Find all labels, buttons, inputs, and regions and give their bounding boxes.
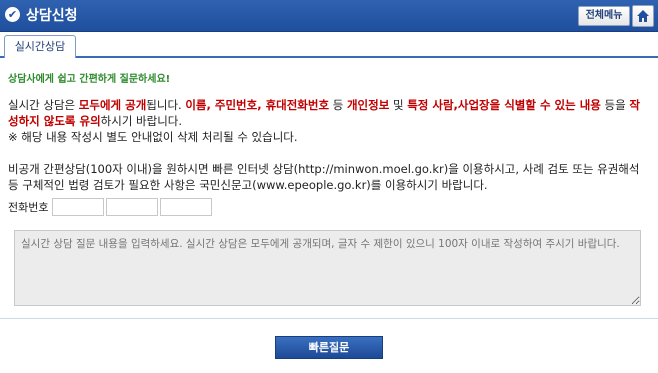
headline-notice: 상담사에게 쉽고 간편하게 질문하세요! — [8, 74, 171, 85]
phone-label: 전화번호 — [8, 201, 49, 214]
notice-text: 됩니다. — [146, 98, 186, 112]
tab-underline — [0, 56, 658, 58]
privacy-notice: 실시간 상담은 모두에게 공개됩니다. 이름, 주민번호, 휴대전화번호 등 개… — [8, 97, 648, 145]
question-input[interactable] — [14, 230, 641, 306]
notice-emphasis: 특정 사람,사업장을 식별할 수 있는 내용 — [407, 98, 601, 112]
tab-realtime-consult[interactable]: 실시간상담 — [4, 35, 76, 58]
notice-emphasis: 이름, 주민번호, 휴대전화번호 — [185, 98, 330, 112]
divider — [0, 318, 658, 319]
all-menu-button[interactable]: 전체메뉴 — [578, 6, 630, 26]
phone-field-1[interactable] — [52, 198, 104, 216]
quick-question-button[interactable]: 빠른질문 — [275, 336, 383, 359]
notice-text: 및 — [389, 98, 408, 112]
phone-field-3[interactable] — [160, 198, 212, 216]
home-icon — [637, 10, 649, 22]
phone-field-2[interactable] — [106, 198, 158, 216]
title-bar: ✔ 상담신청 전체메뉴 — [0, 0, 658, 32]
check-circle-icon: ✔ — [5, 7, 20, 22]
notice-emphasis: 모두에게 공개 — [78, 98, 147, 112]
page-title: 상담신청 — [26, 8, 78, 24]
notice-text: 하시기 바랍니다. — [100, 114, 183, 128]
notice-text: 실시간 상담은 — [8, 98, 79, 112]
home-button[interactable] — [632, 5, 654, 27]
alternative-service-notice: 비공개 간편상담(100자 이내)을 원하시면 빠른 인터넷 상담(http:/… — [8, 162, 640, 192]
notice-text: 등을 — [600, 98, 630, 112]
notice-text: 등 — [329, 98, 347, 112]
deletion-note: ※ 해당 내용 작성시 별도 안내없이 삭제 처리될 수 있습니다. — [8, 130, 298, 144]
notice-emphasis: 개인정보 — [346, 98, 390, 112]
